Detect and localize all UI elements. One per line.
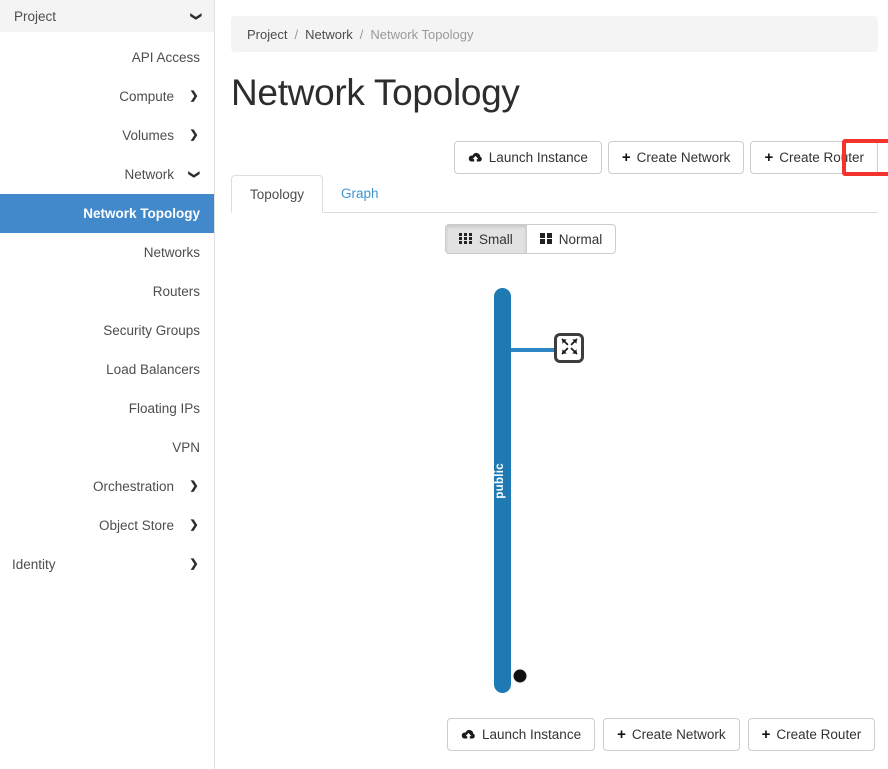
launch-instance-label: Launch Instance: [489, 150, 588, 165]
sidebar-item-label: Volumes: [12, 128, 188, 143]
tab-graph-label: Graph: [341, 186, 379, 201]
size-toggle-small-label: Small: [479, 232, 513, 247]
sidebar-nav: API Access Compute Volumes Network Netwo…: [0, 38, 214, 584]
create-router-label: Create Router: [776, 727, 861, 742]
sidebar-project-header[interactable]: Project: [0, 0, 214, 32]
plus-icon: +: [764, 150, 773, 165]
sidebar-item-label: Routers: [153, 284, 200, 299]
breadcrumb-current: Network Topology: [370, 27, 473, 42]
chevron-right-icon: [188, 520, 200, 531]
launch-instance-label: Launch Instance: [482, 727, 581, 742]
sidebar-item-compute[interactable]: Compute: [0, 77, 214, 116]
sidebar-item-network-topology[interactable]: Network Topology: [0, 194, 214, 233]
network-bar-label: public: [494, 463, 511, 499]
sidebar-item-label: Network Topology: [83, 206, 200, 221]
tab-topology[interactable]: Topology: [231, 175, 323, 213]
sidebar-item-label: Networks: [144, 245, 200, 260]
chevron-right-icon: [188, 130, 200, 141]
topology-canvas: public: [231, 270, 878, 700]
external-network-badge[interactable]: [512, 668, 528, 684]
sidebar-item-load-balancers[interactable]: Load Balancers: [0, 350, 214, 389]
create-network-label: Create Network: [637, 150, 731, 165]
top-action-bar: Launch Instance + Create Network + Creat…: [454, 141, 878, 174]
main-content: Project / Network / Network Topology Net…: [215, 0, 888, 769]
cloud-upload-icon: [468, 152, 483, 164]
network-router-link: [511, 348, 555, 352]
sidebar-item-label: Load Balancers: [106, 362, 200, 377]
sidebar-item-security-groups[interactable]: Security Groups: [0, 311, 214, 350]
tab-bar: Topology Graph: [231, 174, 878, 213]
breadcrumb-item-network[interactable]: Network: [305, 27, 353, 42]
sidebar-item-routers[interactable]: Routers: [0, 272, 214, 311]
launch-instance-button[interactable]: Launch Instance: [454, 141, 602, 174]
sidebar-item-label: API Access: [132, 50, 200, 65]
grid-2x2-icon: [540, 232, 552, 247]
grid-3x3-icon: [459, 232, 472, 247]
sidebar: Project API Access Compute Volumes Netwo…: [0, 0, 215, 769]
sidebar-item-label: Orchestration: [12, 479, 188, 494]
tab-graph[interactable]: Graph: [323, 174, 397, 212]
sidebar-item-vpn[interactable]: VPN: [0, 428, 214, 467]
sidebar-item-networks[interactable]: Networks: [0, 233, 214, 272]
breadcrumb: Project / Network / Network Topology: [231, 16, 878, 52]
launch-instance-button-bottom[interactable]: Launch Instance: [447, 718, 595, 751]
sidebar-item-label: Floating IPs: [129, 401, 200, 416]
sidebar-item-label: VPN: [172, 440, 200, 455]
sidebar-item-volumes[interactable]: Volumes: [0, 116, 214, 155]
chevron-right-icon: [188, 91, 200, 102]
router-icon: [561, 338, 578, 358]
create-router-label: Create Router: [779, 150, 864, 165]
sidebar-item-object-store[interactable]: Object Store: [0, 506, 214, 545]
plus-icon: +: [622, 150, 631, 165]
tab-topology-label: Topology: [250, 187, 304, 202]
sidebar-item-label: Compute: [12, 89, 188, 104]
plus-icon: +: [617, 727, 626, 742]
sidebar-item-label: Object Store: [12, 518, 188, 533]
breadcrumb-separator: /: [360, 27, 364, 42]
bottom-action-bar: Launch Instance + Create Network + Creat…: [447, 718, 875, 751]
chevron-down-icon: [188, 169, 200, 180]
size-toggle-normal-label: Normal: [559, 232, 603, 247]
sidebar-item-label: Identity: [12, 557, 188, 572]
breadcrumb-item-project[interactable]: Project: [247, 27, 287, 42]
sidebar-item-label: Network: [12, 167, 188, 182]
sidebar-item-label: Security Groups: [103, 323, 200, 338]
size-toggle-small[interactable]: Small: [445, 224, 527, 254]
size-toggle-group: Small Normal: [445, 224, 616, 254]
chevron-right-icon: [188, 559, 200, 570]
router-node[interactable]: [554, 333, 584, 363]
plus-icon: +: [762, 727, 771, 742]
sidebar-item-identity[interactable]: Identity: [0, 545, 214, 584]
page-title: Network Topology: [231, 72, 888, 114]
sidebar-item-network[interactable]: Network: [0, 155, 214, 194]
sidebar-item-orchestration[interactable]: Orchestration: [0, 467, 214, 506]
create-router-button[interactable]: + Create Router: [750, 141, 878, 174]
create-network-button-bottom[interactable]: + Create Network: [603, 718, 740, 751]
sidebar-item-floating-ips[interactable]: Floating IPs: [0, 389, 214, 428]
create-network-label: Create Network: [632, 727, 726, 742]
chevron-down-icon: [191, 11, 200, 22]
app-root: Project API Access Compute Volumes Netwo…: [0, 0, 888, 769]
size-toggle-normal[interactable]: Normal: [527, 224, 617, 254]
cloud-upload-icon: [461, 729, 476, 741]
create-network-button[interactable]: + Create Network: [608, 141, 745, 174]
create-router-button-bottom[interactable]: + Create Router: [748, 718, 876, 751]
sidebar-item-api-access[interactable]: API Access: [0, 38, 214, 77]
sidebar-project-label: Project: [14, 9, 56, 24]
chevron-right-icon: [188, 481, 200, 492]
breadcrumb-separator: /: [294, 27, 298, 42]
